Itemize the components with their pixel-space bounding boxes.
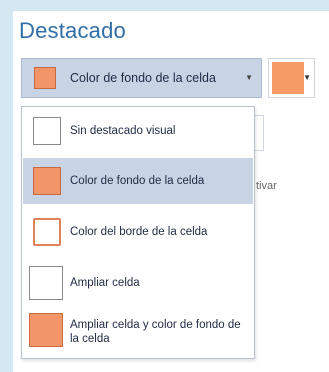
cell-border-icon: [33, 218, 61, 246]
background-text: tivar: [256, 180, 277, 192]
background-field: [255, 115, 264, 151]
highlight-color-button[interactable]: ▼: [268, 58, 315, 98]
menu-item-cell-fill[interactable]: Color de fondo de la celda: [23, 158, 253, 204]
menu-item-enlarge-fill[interactable]: Ampliar celda y color de fondo de la cel…: [23, 309, 253, 355]
cell-fill-icon: [34, 67, 56, 89]
enlarge-cell-icon: [29, 266, 63, 300]
menu-item-label: Ampliar celda y color de fondo de la cel…: [70, 319, 241, 345]
dropdown-selected-label: Color de fondo de la celda: [70, 71, 216, 85]
menu-item-cell-border[interactable]: Color del borde de la celda: [23, 209, 253, 255]
highlight-style-dropdown[interactable]: Color de fondo de la celda ▼: [21, 58, 262, 98]
menu-item-label: Color de fondo de la celda: [70, 175, 205, 187]
chevron-down-icon: ▼: [303, 73, 311, 82]
menu-item-enlarge-cell[interactable]: Ampliar celda: [23, 260, 253, 306]
menu-item-label: Ampliar celda: [70, 277, 140, 289]
no-highlight-icon: [33, 117, 61, 145]
menu-item-no-highlight[interactable]: Sin destacado visual: [23, 108, 253, 154]
color-swatch-icon: [272, 62, 304, 94]
enlarge-fill-icon: [29, 313, 63, 347]
section-title: Destacado: [19, 18, 126, 43]
chevron-down-icon: ▼: [245, 73, 253, 82]
cell-fill-icon: [33, 167, 61, 195]
highlight-style-menu: Sin destacado visual Color de fondo de l…: [21, 106, 255, 359]
menu-item-label: Color del borde de la celda: [70, 226, 208, 238]
menu-item-label: Sin destacado visual: [70, 125, 176, 137]
